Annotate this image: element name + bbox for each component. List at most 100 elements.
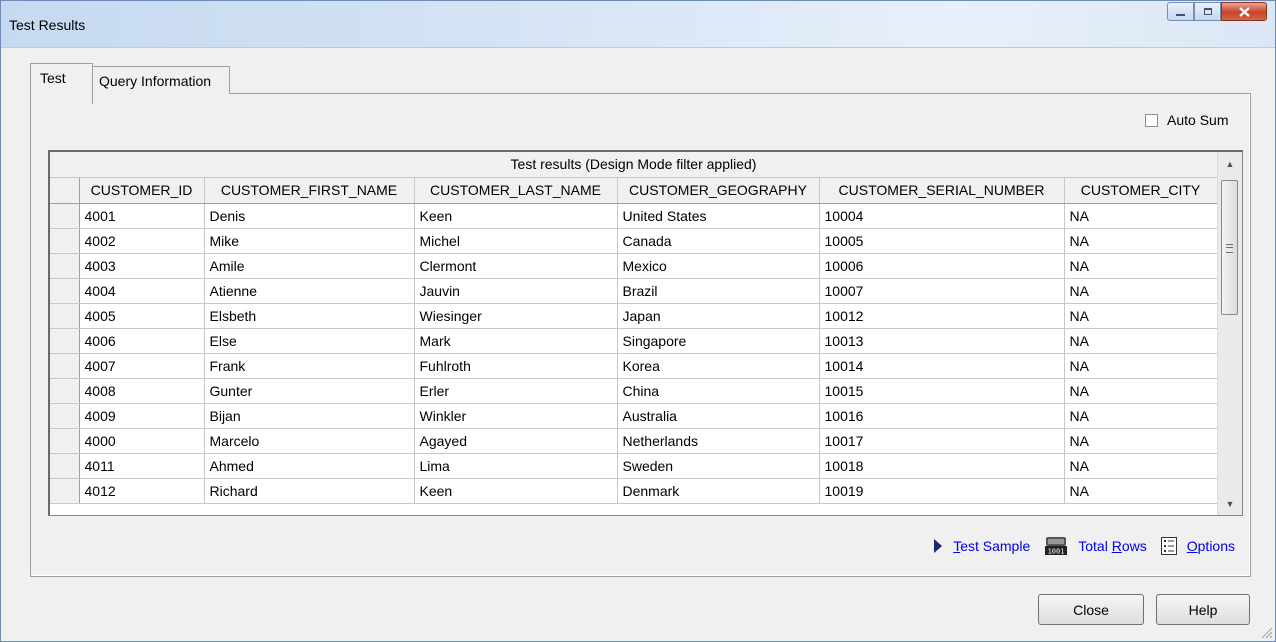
row-header[interactable] [50, 353, 80, 379]
total-rows-link[interactable]: Total Rows [1078, 538, 1147, 554]
table-cell[interactable]: 4001 [79, 203, 205, 229]
table-cell[interactable]: Mexico [617, 253, 820, 279]
table-cell[interactable]: Marcelo [204, 428, 415, 454]
auto-sum-checkbox-box[interactable] [1145, 113, 1158, 127]
options-link[interactable]: Options [1187, 538, 1235, 554]
table-cell[interactable]: 10007 [819, 278, 1065, 304]
resize-grip-icon[interactable] [1259, 625, 1273, 639]
table-cell[interactable]: 4002 [79, 228, 205, 254]
table-cell[interactable]: 10019 [819, 478, 1065, 504]
table-cell[interactable]: 4005 [79, 303, 205, 329]
table-cell[interactable]: Denmark [617, 478, 820, 504]
table-cell[interactable]: NA [1064, 478, 1218, 504]
tab-test[interactable]: Test [30, 63, 93, 104]
row-header[interactable] [50, 453, 80, 479]
table-cell[interactable]: 10015 [819, 378, 1065, 404]
table-cell[interactable]: Ahmed [204, 453, 415, 479]
table-row[interactable]: 4000 Marcelo Agayed Netherlands 10017 NA [50, 428, 1218, 454]
test-sample-link[interactable]: Test Sample [953, 538, 1030, 554]
scroll-thumb[interactable] [1221, 180, 1238, 315]
table-cell[interactable]: Lima [414, 453, 618, 479]
table-cell[interactable]: NA [1064, 278, 1218, 304]
table-cell[interactable]: 10006 [819, 253, 1065, 279]
table-cell[interactable]: 4012 [79, 478, 205, 504]
table-cell[interactable]: 10017 [819, 428, 1065, 454]
test-sample-action[interactable]: Test Sample [933, 538, 1030, 554]
close-button[interactable]: Close [1038, 594, 1144, 625]
minimize-button[interactable] [1167, 2, 1194, 21]
title-bar[interactable]: Test Results [1, 1, 1275, 48]
help-button[interactable]: Help [1156, 594, 1250, 625]
table-cell[interactable]: NA [1064, 203, 1218, 229]
table-cell[interactable]: 4007 [79, 353, 205, 379]
table-cell[interactable]: NA [1064, 228, 1218, 254]
table-row[interactable]: 4012 Richard Keen Denmark 10019 NA [50, 478, 1218, 504]
table-row[interactable]: 4003 Amile Clermont Mexico 10006 NA [50, 253, 1218, 279]
table-row[interactable]: 4008 Gunter Erler China 10015 NA [50, 378, 1218, 404]
table-cell[interactable]: Amile [204, 253, 415, 279]
table-cell[interactable]: 10004 [819, 203, 1065, 229]
table-cell[interactable]: Wiesinger [414, 303, 618, 329]
table-cell[interactable]: 4009 [79, 403, 205, 429]
table-cell[interactable]: Atienne [204, 278, 415, 304]
table-cell[interactable]: United States [617, 203, 820, 229]
table-cell[interactable]: NA [1064, 303, 1218, 329]
table-cell[interactable]: Fuhlroth [414, 353, 618, 379]
column-header[interactable]: CUSTOMER_CITY [1064, 178, 1218, 204]
table-cell[interactable]: 4011 [79, 453, 205, 479]
table-cell[interactable]: Denis [204, 203, 415, 229]
table-cell[interactable]: Mike [204, 228, 415, 254]
table-cell[interactable]: Winkler [414, 403, 618, 429]
column-header[interactable]: CUSTOMER_GEOGRAPHY [617, 178, 820, 204]
tab-query-information[interactable]: Query Information [92, 66, 230, 94]
test-results-grid[interactable]: Test results (Design Mode filter applied… [48, 150, 1243, 516]
table-cell[interactable]: NA [1064, 328, 1218, 354]
row-header[interactable] [50, 253, 80, 279]
table-cell[interactable]: 10013 [819, 328, 1065, 354]
table-cell[interactable]: Gunter [204, 378, 415, 404]
row-header[interactable] [50, 203, 80, 229]
options-action[interactable]: Options [1160, 537, 1235, 555]
close-window-button[interactable] [1221, 2, 1267, 21]
table-cell[interactable]: Keen [414, 203, 618, 229]
table-row[interactable]: 4009 Bijan Winkler Australia 10016 NA [50, 403, 1218, 429]
scroll-down-arrow-icon[interactable]: ▼ [1218, 494, 1242, 514]
table-cell[interactable]: NA [1064, 253, 1218, 279]
table-row[interactable]: 4001 Denis Keen United States 10004 NA [50, 203, 1218, 229]
scroll-up-arrow-icon[interactable]: ▲ [1218, 154, 1242, 174]
auto-sum-checkbox[interactable]: Auto Sum [1145, 112, 1228, 128]
table-cell[interactable]: Agayed [414, 428, 618, 454]
table-cell[interactable]: 4004 [79, 278, 205, 304]
table-cell[interactable]: Australia [617, 403, 820, 429]
table-cell[interactable]: Frank [204, 353, 415, 379]
row-header[interactable] [50, 328, 80, 354]
table-cell[interactable]: 4003 [79, 253, 205, 279]
table-cell[interactable]: NA [1064, 378, 1218, 404]
table-cell[interactable]: 4006 [79, 328, 205, 354]
table-cell[interactable]: Richard [204, 478, 415, 504]
column-header[interactable]: CUSTOMER_SERIAL_NUMBER [819, 178, 1065, 204]
table-cell[interactable]: Jauvin [414, 278, 618, 304]
table-cell[interactable]: Mark [414, 328, 618, 354]
table-cell[interactable]: Singapore [617, 328, 820, 354]
row-header[interactable] [50, 278, 80, 304]
table-cell[interactable]: 10018 [819, 453, 1065, 479]
table-cell[interactable]: Canada [617, 228, 820, 254]
column-header[interactable]: CUSTOMER_ID [79, 178, 205, 204]
table-row[interactable]: 4005 Elsbeth Wiesinger Japan 10012 NA [50, 303, 1218, 329]
table-cell[interactable]: Sweden [617, 453, 820, 479]
row-header[interactable] [50, 428, 80, 454]
table-cell[interactable]: Korea [617, 353, 820, 379]
table-row[interactable]: 4006 Else Mark Singapore 10013 NA [50, 328, 1218, 354]
maximize-button[interactable] [1194, 2, 1221, 21]
total-rows-action[interactable]: 1001 Total Rows [1044, 536, 1147, 556]
table-cell[interactable]: NA [1064, 428, 1218, 454]
table-cell[interactable]: Michel [414, 228, 618, 254]
table-row[interactable]: 4007 Frank Fuhlroth Korea 10014 NA [50, 353, 1218, 379]
table-row[interactable]: 4002 Mike Michel Canada 10005 NA [50, 228, 1218, 254]
table-cell[interactable]: Elsbeth [204, 303, 415, 329]
table-cell[interactable]: 4008 [79, 378, 205, 404]
table-row[interactable]: 4011 Ahmed Lima Sweden 10018 NA [50, 453, 1218, 479]
column-header[interactable]: CUSTOMER_FIRST_NAME [204, 178, 415, 204]
table-cell[interactable]: 10016 [819, 403, 1065, 429]
